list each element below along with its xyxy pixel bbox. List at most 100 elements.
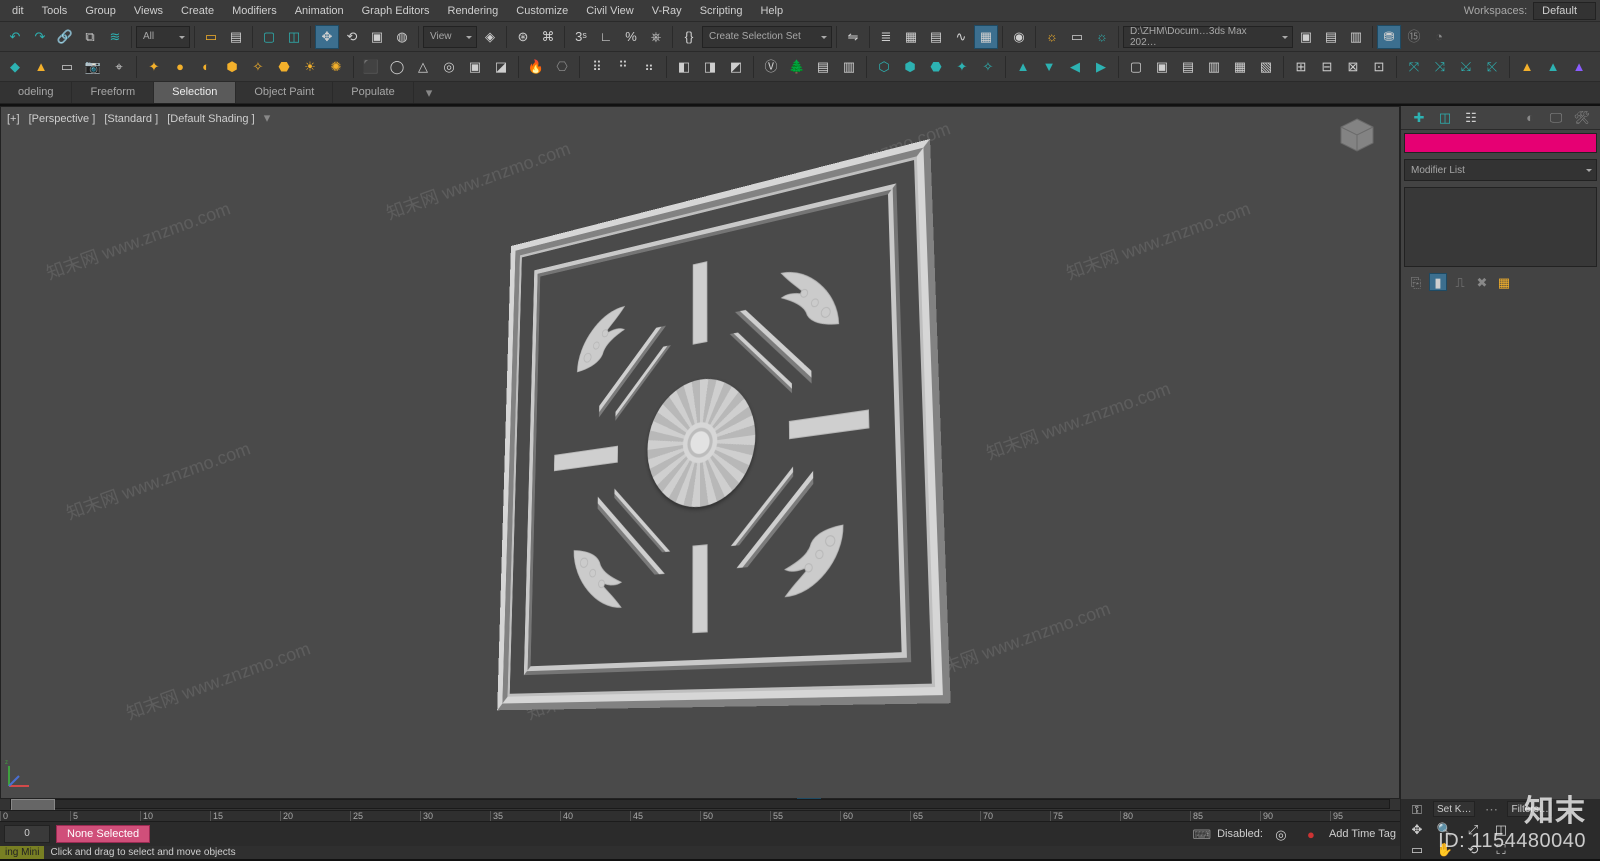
time-slider-row[interactable]: 0 / 100 — [0, 799, 1400, 810]
align-button[interactable]: ≣ — [874, 25, 898, 49]
modifier-list-dropdown[interactable]: Modifier List — [1404, 159, 1597, 181]
file-c-button[interactable]: ▥ — [1344, 25, 1368, 49]
panel-icon-4[interactable]: ▥ — [1202, 55, 1226, 79]
file-a-button[interactable]: ▣ — [1294, 25, 1318, 49]
schematic-view-button[interactable]: ▦ — [974, 25, 998, 49]
axis-icon-2[interactable]: ⤨ — [1428, 55, 1452, 79]
cp-display-icon[interactable]: 🖵 — [1546, 108, 1566, 128]
viewport[interactable]: [+] [Perspective ] [Standard ] [Default … — [0, 106, 1400, 799]
panel-icon-2[interactable]: ▣ — [1150, 55, 1174, 79]
angle-snap-button[interactable]: ∟ — [594, 25, 618, 49]
light-icon-2[interactable]: ● — [168, 55, 192, 79]
cluster-icon-5[interactable]: ✧ — [976, 55, 1000, 79]
ribbon-tab-freeform[interactable]: Freeform — [72, 82, 154, 103]
ribbon-tab-objectpaint[interactable]: Object Paint — [236, 82, 333, 103]
unlink-button[interactable]: ⧉ — [78, 25, 102, 49]
object-name-field[interactable] — [1404, 133, 1597, 153]
misc-icon-1[interactable]: ▣ — [463, 55, 487, 79]
tree-icon[interactable]: 🌲 — [785, 55, 809, 79]
end-icon-3[interactable]: ▲ — [1567, 55, 1591, 79]
sun-icon[interactable]: ☀ — [298, 55, 322, 79]
time-ruler[interactable]: 0510152025303540455055606570758085909510… — [0, 810, 1400, 823]
window-crossing-button[interactable]: ◫ — [282, 25, 306, 49]
curve-editor-button[interactable]: ∿ — [949, 25, 973, 49]
modifier-stack[interactable] — [1404, 187, 1597, 267]
maxscript-mini-chip[interactable]: ing Mini — [0, 846, 44, 859]
misc-icon-4[interactable]: ▤ — [811, 55, 835, 79]
snap-toggle-button[interactable]: 3ˢ — [569, 25, 593, 49]
end-icon-m[interactable]: M — [1593, 55, 1600, 79]
ring-icon[interactable]: ◎ — [437, 55, 461, 79]
rgb-icon-3[interactable]: ◩ — [724, 55, 748, 79]
ref-coord-dropdown[interactable]: View — [423, 26, 477, 48]
toggle-ribbon-button[interactable]: ▤ — [924, 25, 948, 49]
mirror-button[interactable]: ⇋ — [841, 25, 865, 49]
menu-help[interactable]: Help — [752, 3, 791, 19]
menu-civilview[interactable]: Civil View — [578, 3, 641, 19]
menu-animation[interactable]: Animation — [287, 3, 352, 19]
select-move-button[interactable]: ✥ — [315, 25, 339, 49]
grid-icon-1[interactable]: ⊞ — [1289, 55, 1313, 79]
menu-create[interactable]: Create — [173, 3, 222, 19]
nav-zoom-region-button[interactable]: ▭ — [1405, 837, 1429, 861]
key-filters-button[interactable]: Filters… — [1507, 801, 1552, 817]
ico-3[interactable]: ▭ — [55, 55, 79, 79]
axis-icon-3[interactable]: ⤩ — [1454, 55, 1478, 79]
percent-snap-button[interactable]: % — [619, 25, 643, 49]
cp-motion-icon[interactable]: ◐ — [1520, 108, 1540, 128]
dots-icon-1[interactable]: ⠿ — [585, 55, 609, 79]
vray-logo-icon[interactable]: Ⓥ — [759, 55, 783, 79]
end-icon-2[interactable]: ▲ — [1541, 55, 1565, 79]
render-production-button[interactable]: ☼ — [1090, 25, 1114, 49]
panel-icon-1[interactable]: ▢ — [1124, 55, 1148, 79]
viewcube[interactable] — [1337, 117, 1377, 153]
grid-icon-3[interactable]: ⊠ — [1341, 55, 1365, 79]
autobak-button[interactable]: ⛃ — [1377, 25, 1401, 49]
light-icon-6[interactable]: ⬣ — [272, 55, 296, 79]
undo-button[interactable]: ↶ — [3, 25, 27, 49]
cluster-icon-2[interactable]: ⬢ — [898, 55, 922, 79]
ribbon-tab-selection[interactable]: Selection — [154, 82, 236, 103]
cluster-icon-3[interactable]: ⬣ — [924, 55, 948, 79]
ico-1[interactable]: ◆ — [3, 55, 27, 79]
panel-icon-5[interactable]: ▦ — [1228, 55, 1252, 79]
light-icon-3[interactable]: ◐ — [194, 55, 218, 79]
light-icon-4[interactable]: ⬢ — [220, 55, 244, 79]
keyboard-shortcuts-button[interactable]: ⌘ — [536, 25, 560, 49]
layer-explorer-button[interactable]: ▦ — [899, 25, 923, 49]
panel-icon-3[interactable]: ▤ — [1176, 55, 1200, 79]
cone-icon[interactable]: △ — [411, 55, 435, 79]
misc-icon-2[interactable]: ◪ — [489, 55, 513, 79]
nav-orbit-button[interactable]: ⟲ — [1461, 837, 1485, 861]
menu-scripting[interactable]: Scripting — [692, 3, 751, 19]
dots-icon-3[interactable]: ⠶ — [637, 55, 661, 79]
stack-config-icon[interactable]: ▦ — [1495, 273, 1513, 291]
cp-modify-icon[interactable]: ◫ — [1435, 108, 1455, 128]
menu-edit[interactable]: dit — [4, 3, 32, 19]
menu-views[interactable]: Views — [126, 3, 171, 19]
add-time-tag[interactable]: Add Time Tag — [1329, 828, 1396, 840]
misc-icon-3[interactable]: ⎔ — [550, 55, 574, 79]
selection-filter-dropdown[interactable]: All — [136, 26, 190, 48]
render-setup-button[interactable]: ☼ — [1040, 25, 1064, 49]
ribbon-collapse-icon[interactable]: ▾ — [426, 86, 433, 99]
cluster-icon-1[interactable]: ⬡ — [872, 55, 896, 79]
light-icon-5[interactable]: ✧ — [246, 55, 270, 79]
isolate-sel-icon[interactable]: ◎ — [1269, 822, 1293, 846]
axis-icon-1[interactable]: ⤧ — [1402, 55, 1426, 79]
open-file-path[interactable]: D:\ZHM\Docum…3ds Max 202… — [1123, 26, 1293, 48]
script-listener-icon[interactable]: ⌨ — [1192, 828, 1211, 841]
arrow-up-icon[interactable]: ▲ — [1011, 55, 1035, 79]
ico-2[interactable]: ▲ — [29, 55, 53, 79]
cluster-icon-4[interactable]: ✦ — [950, 55, 974, 79]
vp-menu-icon[interactable]: ▾ — [264, 110, 271, 125]
vp-maximize[interactable]: [+] — [7, 113, 20, 125]
menu-rendering[interactable]: Rendering — [440, 3, 507, 19]
camera-icon[interactable]: 📷 — [81, 55, 105, 79]
material-editor-button[interactable]: ◉ — [1007, 25, 1031, 49]
rgb-icon-1[interactable]: ◧ — [672, 55, 696, 79]
edit-named-sel-button[interactable]: {} — [677, 25, 701, 49]
link-button[interactable]: 🔗 — [53, 25, 77, 49]
use-pivot-center-button[interactable]: ◈ — [478, 25, 502, 49]
redo-button[interactable]: ↷ — [28, 25, 52, 49]
